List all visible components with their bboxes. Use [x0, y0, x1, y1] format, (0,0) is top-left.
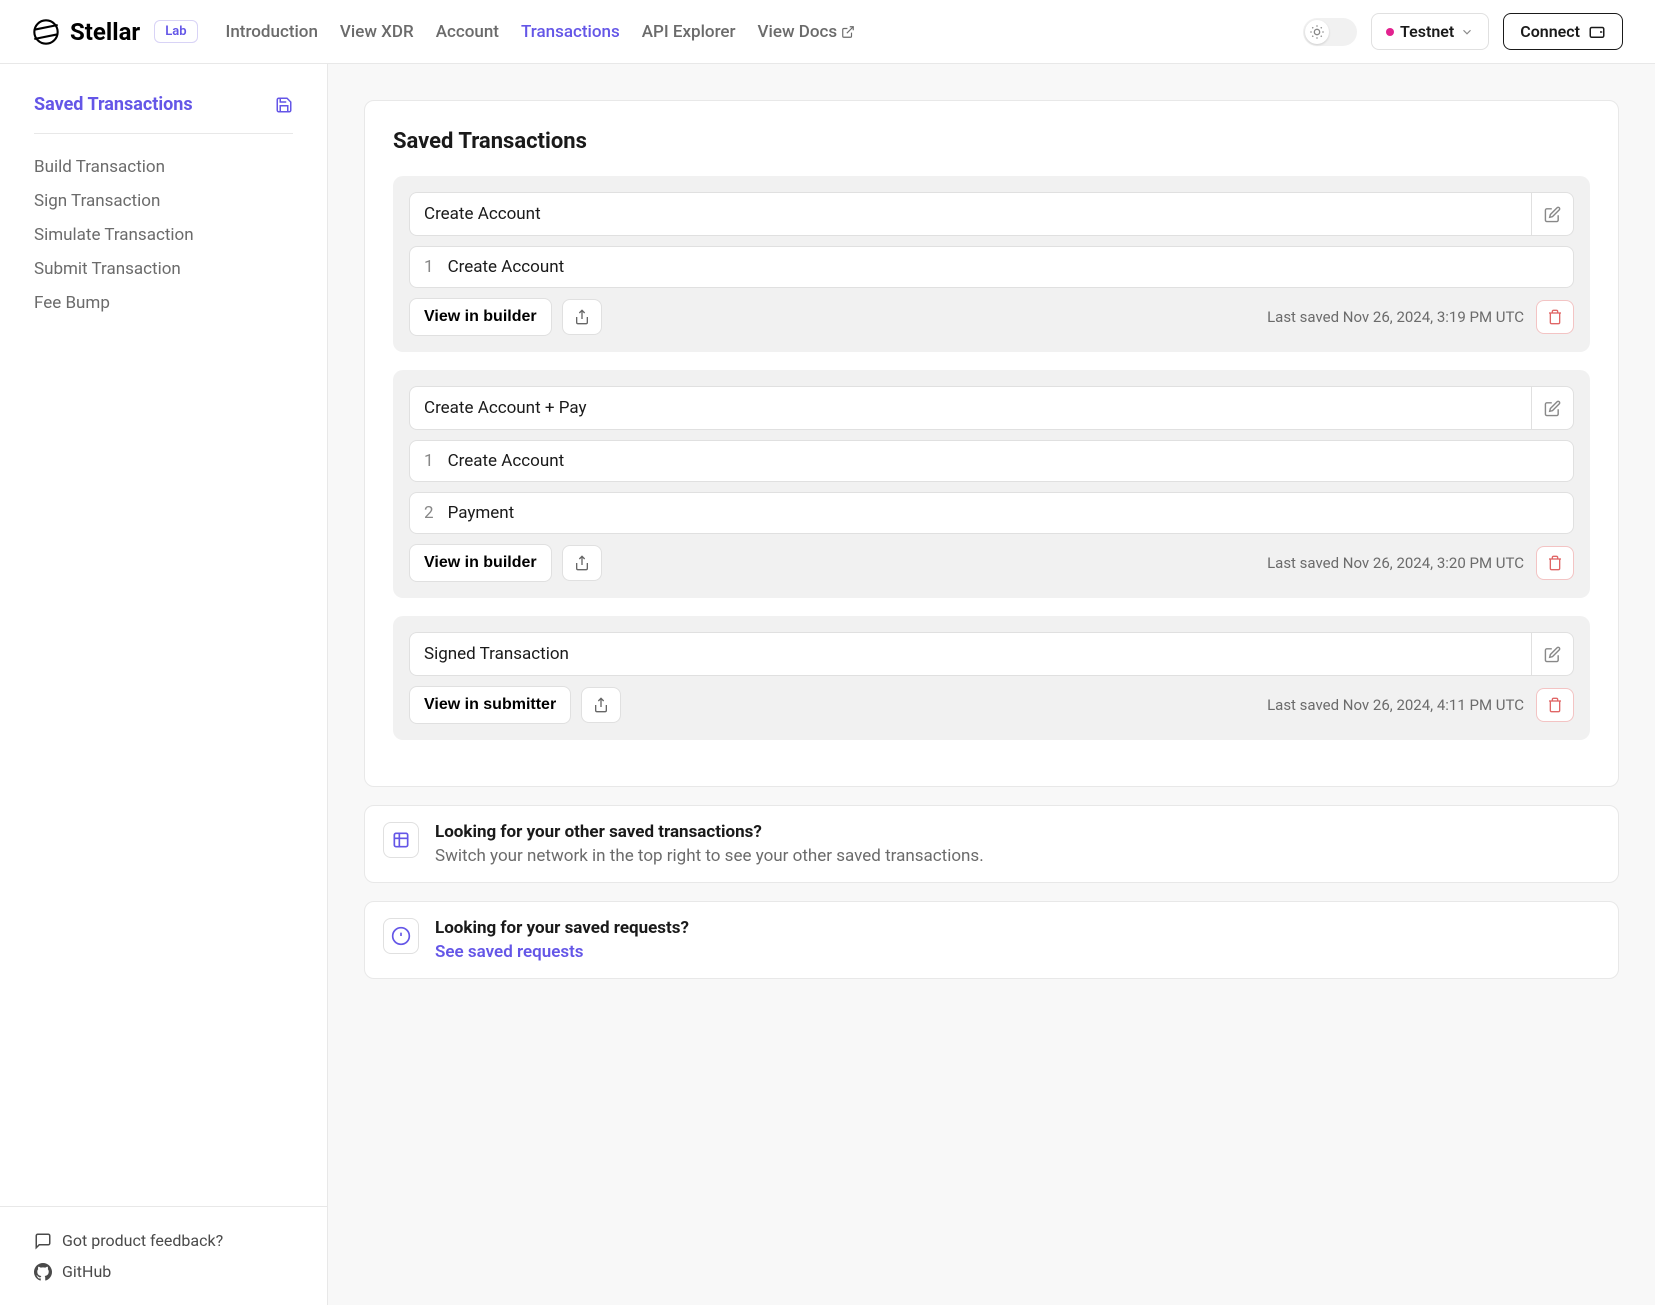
other-transactions-info: Looking for your other saved transaction…: [364, 805, 1619, 883]
delete-button[interactable]: [1536, 300, 1574, 334]
nav-view-docs[interactable]: View Docs: [758, 22, 856, 42]
last-saved-text: Last saved Nov 26, 2024, 3:20 PM UTC: [1267, 554, 1524, 572]
lab-badge: Lab: [154, 20, 197, 43]
edit-icon: [1544, 646, 1561, 663]
edit-icon: [1544, 206, 1561, 223]
trash-icon: [1547, 555, 1563, 571]
edit-name-button[interactable]: [1531, 386, 1574, 430]
main-content: Saved Transactions Create Account 1 Crea…: [328, 64, 1655, 1305]
nav-introduction[interactable]: Introduction: [226, 22, 318, 42]
operation-name: Payment: [448, 503, 515, 523]
nav-transactions[interactable]: Transactions: [521, 22, 620, 42]
transaction-name: Create Account + Pay: [409, 386, 1531, 430]
network-info-icon: [383, 822, 419, 858]
network-label: Testnet: [1400, 22, 1454, 41]
info-title: Looking for your saved requests?: [435, 918, 1600, 938]
transaction-name: Signed Transaction: [409, 632, 1531, 676]
main-nav: Introduction View XDR Account Transactio…: [226, 22, 856, 42]
edit-name-button[interactable]: [1531, 192, 1574, 236]
share-button[interactable]: [581, 687, 621, 723]
sidebar: Saved Transactions Build Transaction Sig…: [0, 64, 328, 1305]
sidebar-title[interactable]: Saved Transactions: [34, 94, 193, 115]
github-link[interactable]: GitHub: [34, 1256, 293, 1287]
requests-info-icon: [383, 918, 419, 954]
delete-button[interactable]: [1536, 688, 1574, 722]
sidebar-item-sign[interactable]: Sign Transaction: [34, 184, 293, 218]
operation-number: 2: [424, 503, 434, 523]
feedback-link[interactable]: Got product feedback?: [34, 1225, 293, 1256]
nav-view-xdr[interactable]: View XDR: [340, 22, 414, 42]
saved-requests-info: Looking for your saved requests? See sav…: [364, 901, 1619, 979]
transaction-card: Signed Transaction View in submitter Las…: [393, 616, 1590, 740]
wallet-icon: [1588, 23, 1606, 41]
transaction-card: Create Account 1 Create Account View in …: [393, 176, 1590, 352]
connect-label: Connect: [1520, 22, 1580, 41]
stellar-logo-icon: [32, 18, 60, 46]
sidebar-item-feebump[interactable]: Fee Bump: [34, 286, 293, 320]
theme-toggle[interactable]: [1303, 18, 1357, 46]
connect-button[interactable]: Connect: [1503, 13, 1623, 50]
logo[interactable]: Stellar Lab: [32, 18, 198, 46]
view-button[interactable]: View in builder: [409, 544, 552, 582]
logo-text: Stellar: [70, 18, 140, 46]
page-title: Saved Transactions: [393, 129, 1590, 154]
edit-icon: [1544, 400, 1561, 417]
delete-button[interactable]: [1536, 546, 1574, 580]
share-button[interactable]: [562, 299, 602, 335]
operation-number: 1: [424, 257, 434, 277]
operation-row: 2 Payment: [409, 492, 1574, 534]
operation-row: 1 Create Account: [409, 440, 1574, 482]
share-button[interactable]: [562, 545, 602, 581]
sun-icon: [1309, 24, 1325, 40]
nav-api-explorer[interactable]: API Explorer: [642, 22, 736, 42]
sidebar-item-simulate[interactable]: Simulate Transaction: [34, 218, 293, 252]
last-saved-text: Last saved Nov 26, 2024, 4:11 PM UTC: [1267, 696, 1524, 714]
share-icon: [574, 555, 590, 571]
info-text: Switch your network in the top right to …: [435, 846, 1600, 866]
operation-name: Create Account: [448, 257, 565, 277]
trash-icon: [1547, 309, 1563, 325]
external-link-icon: [841, 25, 855, 39]
operation-name: Create Account: [448, 451, 565, 471]
info-title: Looking for your other saved transaction…: [435, 822, 1600, 842]
share-icon: [593, 697, 609, 713]
transactions-panel: Saved Transactions Create Account 1 Crea…: [364, 100, 1619, 787]
see-saved-requests-link[interactable]: See saved requests: [435, 942, 1600, 962]
chat-icon: [34, 1232, 52, 1250]
sidebar-item-build[interactable]: Build Transaction: [34, 150, 293, 184]
operation-row: 1 Create Account: [409, 246, 1574, 288]
view-button[interactable]: View in builder: [409, 298, 552, 336]
sidebar-item-submit[interactable]: Submit Transaction: [34, 252, 293, 286]
app-header: Stellar Lab Introduction View XDR Accoun…: [0, 0, 1655, 64]
view-button[interactable]: View in submitter: [409, 686, 571, 724]
network-dot-icon: [1386, 28, 1394, 36]
github-icon: [34, 1263, 52, 1281]
transaction-card: Create Account + Pay 1 Create Account 2 …: [393, 370, 1590, 598]
trash-icon: [1547, 697, 1563, 713]
operation-number: 1: [424, 451, 434, 471]
save-icon[interactable]: [275, 96, 293, 114]
last-saved-text: Last saved Nov 26, 2024, 3:19 PM UTC: [1267, 308, 1524, 326]
chevron-down-icon: [1460, 25, 1474, 39]
edit-name-button[interactable]: [1531, 632, 1574, 676]
nav-account[interactable]: Account: [436, 22, 499, 42]
share-icon: [574, 309, 590, 325]
nav-view-docs-label: View Docs: [758, 22, 838, 42]
network-selector[interactable]: Testnet: [1371, 13, 1489, 50]
transaction-name: Create Account: [409, 192, 1531, 236]
